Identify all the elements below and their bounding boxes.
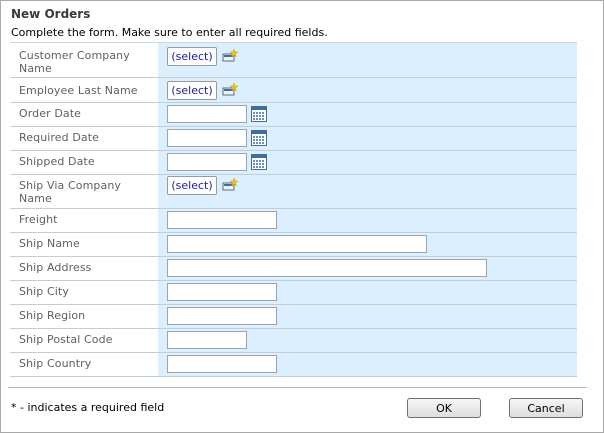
- row-customer-company: Customer Company Name (select): [10, 43, 577, 78]
- order-form: Customer Company Name (select) Employee …: [10, 42, 577, 377]
- calendar-icon[interactable]: [251, 106, 267, 126]
- dialog-description: Complete the form. Make sure to enter al…: [11, 26, 328, 39]
- row-ship-address: Ship Address: [10, 257, 577, 281]
- label-freight: Freight: [19, 213, 58, 226]
- ship-city-input[interactable]: [167, 283, 277, 301]
- row-ship-postal-code: Ship Postal Code: [10, 329, 577, 353]
- label-ship-region: Ship Region: [19, 309, 86, 322]
- cancel-button[interactable]: Cancel: [509, 398, 583, 418]
- ship-region-input[interactable]: [167, 307, 277, 325]
- ship-name-input[interactable]: [167, 235, 427, 253]
- label-customer-company: Customer Company Name: [19, 49, 130, 75]
- row-employee-last-name: Employee Last Name (select): [10, 78, 577, 103]
- label-ship-address: Ship Address: [19, 261, 92, 274]
- row-freight: Freight: [10, 209, 577, 233]
- row-ship-name: Ship Name: [10, 233, 577, 257]
- calendar-icon[interactable]: [251, 154, 267, 174]
- label-ship-country: Ship Country: [19, 357, 92, 370]
- new-employee-icon[interactable]: [222, 82, 239, 101]
- label-ship-via: Ship Via Company Name: [19, 179, 121, 205]
- calendar-icon[interactable]: [251, 130, 267, 150]
- row-ship-city: Ship City: [10, 281, 577, 305]
- label-shipped-date: Shipped Date: [19, 155, 95, 168]
- new-shipper-icon[interactable]: [222, 177, 239, 196]
- row-order-date: Order Date: [10, 103, 577, 127]
- freight-input[interactable]: [167, 211, 277, 229]
- new-customer-icon[interactable]: [222, 48, 239, 67]
- employee-select-button[interactable]: (select): [167, 81, 217, 100]
- label-order-date: Order Date: [19, 107, 82, 120]
- row-shipped-date: Shipped Date: [10, 151, 577, 175]
- row-ship-country: Ship Country: [10, 353, 577, 377]
- ship-country-input[interactable]: [167, 355, 277, 373]
- row-required-date: Required Date: [10, 127, 577, 151]
- ship-postal-code-input[interactable]: [167, 331, 247, 349]
- label-ship-city: Ship City: [19, 285, 69, 298]
- ok-button[interactable]: OK: [407, 398, 481, 418]
- label-employee-last-name: Employee Last Name: [19, 84, 138, 97]
- customer-company-select-button[interactable]: (select): [167, 47, 217, 66]
- order-date-input[interactable]: [167, 105, 247, 123]
- label-ship-name: Ship Name: [19, 237, 80, 250]
- row-ship-via: Ship Via Company Name (select): [10, 175, 577, 209]
- ship-via-select-button[interactable]: (select): [167, 176, 217, 195]
- footer-divider: [8, 387, 587, 388]
- label-required-date: Required Date: [19, 131, 100, 144]
- dialog-title: New Orders: [11, 7, 91, 21]
- required-field-note: * - indicates a required field: [11, 401, 165, 414]
- row-ship-region: Ship Region: [10, 305, 577, 329]
- required-date-input[interactable]: [167, 129, 247, 147]
- ship-address-input[interactable]: [167, 259, 487, 277]
- shipped-date-input[interactable]: [167, 153, 247, 171]
- label-ship-postal-code: Ship Postal Code: [19, 333, 113, 346]
